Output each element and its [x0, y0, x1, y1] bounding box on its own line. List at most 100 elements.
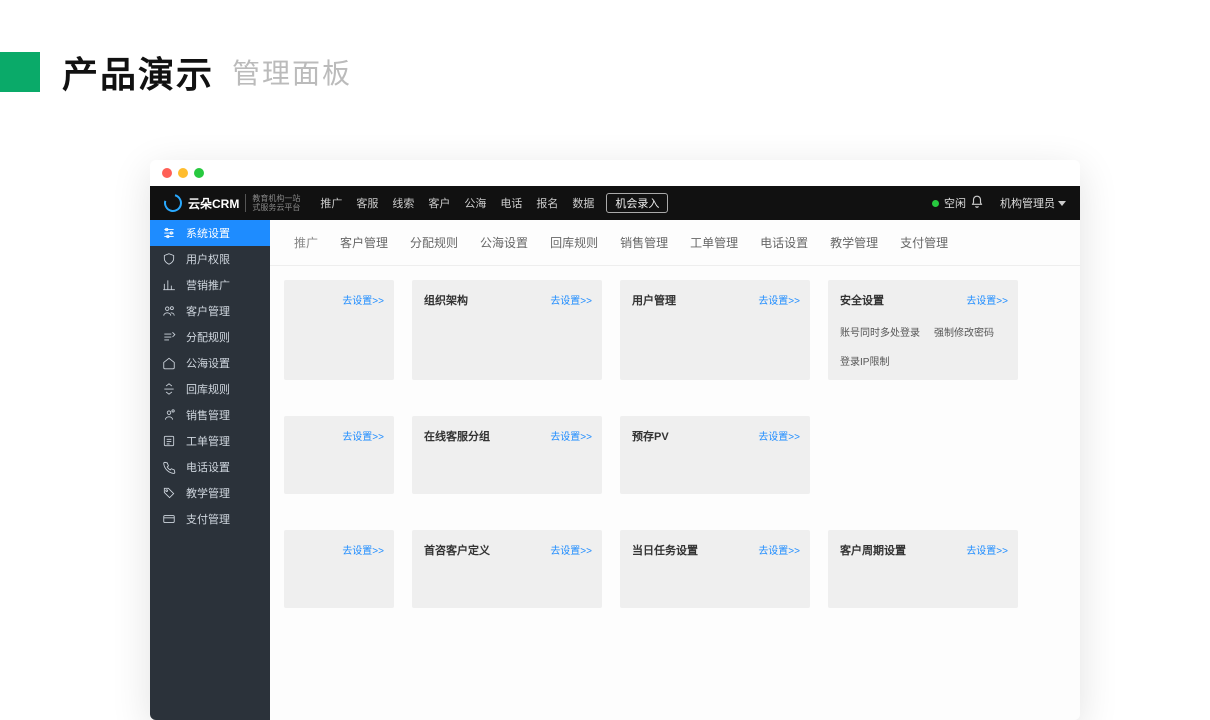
sidebar-item-sales[interactable]: 销售管理: [150, 402, 270, 428]
bell-icon[interactable]: [970, 195, 984, 212]
go-settings-link[interactable]: 去设置>>: [758, 428, 800, 443]
nav-item[interactable]: 线索: [392, 195, 414, 211]
tab-5[interactable]: 销售管理: [610, 228, 678, 257]
sub-tabs: 推广客户管理分配规则公海设置回库规则销售管理工单管理电话设置教学管理支付管理: [270, 220, 1080, 266]
card-icon: [162, 512, 176, 526]
nav-item[interactable]: 数据: [572, 195, 594, 211]
logo-icon: [161, 191, 186, 216]
recycle-icon: [162, 382, 176, 396]
status-dot-icon: [932, 200, 939, 207]
user-menu[interactable]: 机构管理员: [1000, 195, 1066, 211]
brand-name: 云朵CRM: [188, 195, 239, 212]
go-settings-link[interactable]: 去设置>>: [966, 542, 1008, 557]
nav-item[interactable]: 客服: [356, 195, 378, 211]
sidebar-item-label: 客户管理: [186, 303, 230, 319]
sidebar-item-assign[interactable]: 分配规则: [150, 324, 270, 350]
go-settings-link[interactable]: 去设置>>: [550, 542, 592, 557]
sidebar-item-recycle[interactable]: 回库规则: [150, 376, 270, 402]
sidebar-item-sliders[interactable]: 系统设置: [150, 220, 270, 246]
tab-0[interactable]: 推广: [284, 228, 328, 257]
nav-item[interactable]: 客户: [428, 195, 450, 211]
setting-card: 去设置>>: [284, 280, 394, 380]
setting-card: 用户管理 去设置>>: [620, 280, 810, 380]
status-text: 空闲: [944, 195, 966, 211]
maximize-icon[interactable]: [194, 168, 204, 178]
app-window: 云朵CRM 教育机构一站 式服务云平台 推广 客服 线索 客户 公海 电话 报名…: [150, 160, 1080, 720]
sliders-icon: [162, 226, 176, 240]
setting-card: 客户周期设置去设置>>: [828, 530, 1018, 608]
doc-accent: [0, 52, 40, 92]
tab-2[interactable]: 分配规则: [400, 228, 468, 257]
minimize-icon[interactable]: [178, 168, 188, 178]
setting-card: 在线客服分组 去设置>>: [412, 416, 602, 494]
card-row: 去设置>>首咨客户定义去设置>>当日任务设置去设置>>客户周期设置去设置>>: [284, 530, 1066, 608]
sidebar-item-label: 回库规则: [186, 381, 230, 397]
doc-header: 产品演示 管理面板: [0, 0, 1210, 98]
tab-9[interactable]: 支付管理: [890, 228, 958, 257]
sidebar-item-tag[interactable]: 教学管理: [150, 480, 270, 506]
sidebar-item-ticket[interactable]: 工单管理: [150, 428, 270, 454]
doc-subtitle: 管理面板: [232, 52, 352, 92]
sidebar-item-label: 营销推广: [186, 277, 230, 293]
go-settings-link[interactable]: 去设置>>: [342, 292, 384, 307]
go-settings-link[interactable]: 去设置>>: [966, 292, 1008, 307]
sidebar-item-card[interactable]: 支付管理: [150, 506, 270, 532]
tab-8[interactable]: 教学管理: [820, 228, 888, 257]
main-content: 推广客户管理分配规则公海设置回库规则销售管理工单管理电话设置教学管理支付管理 去…: [270, 220, 1080, 720]
card-row: 去设置>>组织架构去设置>>用户管理去设置>>安全设置去设置>>账号同时多处登录…: [284, 280, 1066, 380]
ticket-icon: [162, 434, 176, 448]
go-settings-link[interactable]: 去设置>>: [550, 292, 592, 307]
status-indicator[interactable]: 空闲: [932, 195, 966, 211]
tab-7[interactable]: 电话设置: [750, 228, 818, 257]
card-title: 预存PV: [632, 431, 669, 443]
house-icon: [162, 356, 176, 370]
sidebar-item-phone[interactable]: 电话设置: [150, 454, 270, 480]
sidebar-item-label: 公海设置: [186, 355, 230, 371]
card-sub-links: 账号同时多处登录强制修改密码登录IP限制: [840, 324, 1006, 368]
setting-card: 安全设置 去设置>> 账号同时多处登录强制修改密码登录IP限制: [828, 280, 1018, 380]
go-settings-link[interactable]: 去设置>>: [342, 428, 384, 443]
sidebar-item-chart[interactable]: 营销推广: [150, 272, 270, 298]
setting-card: 预存PV 去设置>>: [620, 416, 810, 494]
tab-3[interactable]: 公海设置: [470, 228, 538, 257]
card-row: 去设置>> 在线客服分组 去设置>> 预存PV 去设置>>: [284, 416, 1066, 494]
record-button[interactable]: 机会录入: [606, 193, 668, 213]
sidebar: 系统设置用户权限营销推广客户管理分配规则公海设置回库规则销售管理工单管理电话设置…: [150, 220, 270, 720]
nav-item[interactable]: 报名: [536, 195, 558, 211]
go-settings-link[interactable]: 去设置>>: [758, 292, 800, 307]
setting-card: 去设置>>: [284, 530, 394, 608]
nav-item[interactable]: 电话: [500, 195, 522, 211]
sidebar-item-users[interactable]: 客户管理: [150, 298, 270, 324]
card-sub-link[interactable]: 强制修改密码: [934, 324, 994, 339]
card-title: 安全设置: [840, 295, 884, 307]
card-title: 当日任务设置: [632, 545, 698, 557]
sidebar-item-label: 电话设置: [186, 459, 230, 475]
assign-icon: [162, 330, 176, 344]
brand-logo[interactable]: 云朵CRM 教育机构一站 式服务云平台: [164, 194, 300, 212]
tab-1[interactable]: 客户管理: [330, 228, 398, 257]
card-title: 用户管理: [632, 295, 676, 307]
tab-6[interactable]: 工单管理: [680, 228, 748, 257]
sidebar-item-label: 分配规则: [186, 329, 230, 345]
sidebar-item-shield[interactable]: 用户权限: [150, 246, 270, 272]
go-settings-link[interactable]: 去设置>>: [342, 542, 384, 557]
tag-icon: [162, 486, 176, 500]
go-settings-link[interactable]: 去设置>>: [758, 542, 800, 557]
card-sub-link[interactable]: 登录IP限制: [840, 353, 889, 368]
nav-item[interactable]: 公海: [464, 195, 486, 211]
sidebar-item-label: 支付管理: [186, 511, 230, 527]
sidebar-item-house[interactable]: 公海设置: [150, 350, 270, 376]
phone-icon: [162, 460, 176, 474]
topbar: 云朵CRM 教育机构一站 式服务云平台 推广 客服 线索 客户 公海 电话 报名…: [150, 186, 1080, 220]
sidebar-item-label: 教学管理: [186, 485, 230, 501]
chevron-down-icon: [1058, 201, 1066, 206]
nav-item[interactable]: 推广: [320, 195, 342, 211]
tab-4[interactable]: 回库规则: [540, 228, 608, 257]
card-title: 在线客服分组: [424, 431, 490, 443]
card-sub-link[interactable]: 账号同时多处登录: [840, 324, 920, 339]
go-settings-link[interactable]: 去设置>>: [550, 428, 592, 443]
sidebar-item-label: 用户权限: [186, 251, 230, 267]
close-icon[interactable]: [162, 168, 172, 178]
doc-title: 产品演示: [62, 46, 214, 98]
sales-icon: [162, 408, 176, 422]
